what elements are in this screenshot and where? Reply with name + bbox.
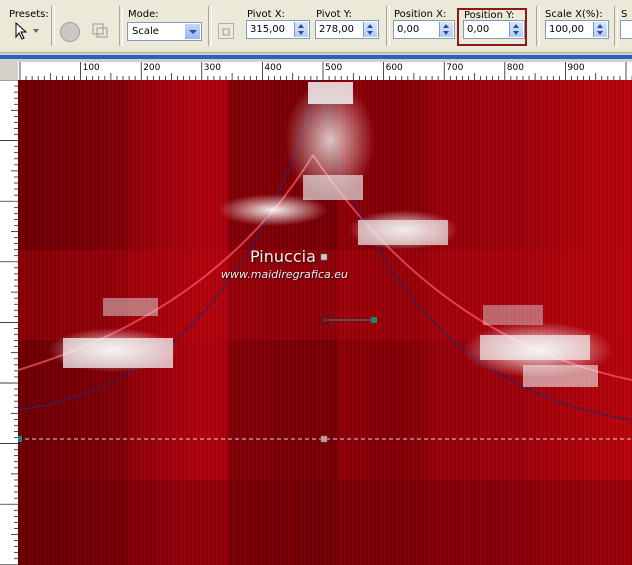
mode-value: Scale [132, 26, 159, 37]
horizontal-ruler: 100 200 300 400 500 600 700 800 900 [18, 62, 632, 81]
scale-y-input[interactable] [620, 20, 632, 39]
position-y-spinner[interactable] [509, 22, 523, 37]
pivot-x-input[interactable]: 315,00 [246, 20, 310, 39]
ruler-label: 800 [506, 63, 524, 73]
pointer-arrow-icon [15, 21, 39, 40]
scale-x-input[interactable]: 100,00 [545, 20, 609, 39]
ruler-label: 200 [143, 63, 161, 73]
pivot-x-spinner[interactable] [294, 22, 308, 37]
position-x-value: 0,00 [397, 24, 420, 35]
position-x-input[interactable]: 0,00 [393, 20, 455, 39]
pivot-y-input[interactable]: 278,00 [315, 20, 379, 39]
ruler-label: 100 [82, 63, 100, 73]
position-y-input[interactable]: 0,00 [463, 20, 525, 39]
apply-icon[interactable] [91, 21, 109, 39]
scale-x-spinner[interactable] [593, 22, 607, 37]
toolbar-separator [51, 6, 55, 46]
watermark-url: www.maidiregrafica.eu [221, 268, 348, 281]
vertical-ruler [0, 80, 19, 565]
position-x-label: Position X: [394, 9, 447, 20]
pivot-x-label: Pivot X: [247, 9, 285, 20]
mode-select[interactable]: Scale [127, 22, 202, 41]
ruler-ticks [0, 80, 18, 565]
chevron-down-icon[interactable] [185, 24, 200, 39]
pivot-icon[interactable] [218, 23, 234, 39]
mode-label: Mode: [128, 9, 159, 20]
position-x-spinner[interactable] [439, 22, 453, 37]
ruler-label: 300 [203, 63, 221, 73]
ruler-label: 700 [446, 63, 464, 73]
toolbar-separator [119, 6, 123, 46]
ruler-label: 500 [325, 63, 343, 73]
ruler-label: 400 [264, 63, 282, 73]
presets-dropdown[interactable] [11, 21, 41, 41]
image-canvas[interactable]: Pinuccia www.maidiregrafica.eu [18, 80, 632, 565]
scale-x-value: 100,00 [549, 24, 584, 35]
position-y-value: 0,00 [467, 24, 490, 35]
pivot-x-value: 315,00 [250, 24, 285, 35]
presets-label: Presets: [9, 9, 49, 20]
toolbar-separator [536, 6, 540, 46]
tool-options-toolbar: Presets: Mode: Scale Pivot X: 315,00 Piv… [0, 0, 632, 53]
ruler-label: 900 [567, 63, 585, 73]
ruler-label: 600 [385, 63, 403, 73]
scale-y-label-cut: S [621, 9, 628, 20]
pivot-y-label: Pivot Y: [316, 9, 352, 20]
panel-divider [0, 55, 632, 59]
artwork [18, 80, 632, 565]
scale-x-label: Scale X(%): [545, 9, 603, 20]
toolbar-separator [614, 6, 618, 46]
reset-icon[interactable] [60, 22, 80, 42]
pivot-y-value: 278,00 [319, 24, 354, 35]
pivot-y-spinner[interactable] [363, 22, 377, 37]
watermark-title: Pinuccia [250, 247, 316, 266]
toolbar-separator [386, 6, 390, 46]
toolbar-separator [208, 6, 212, 46]
